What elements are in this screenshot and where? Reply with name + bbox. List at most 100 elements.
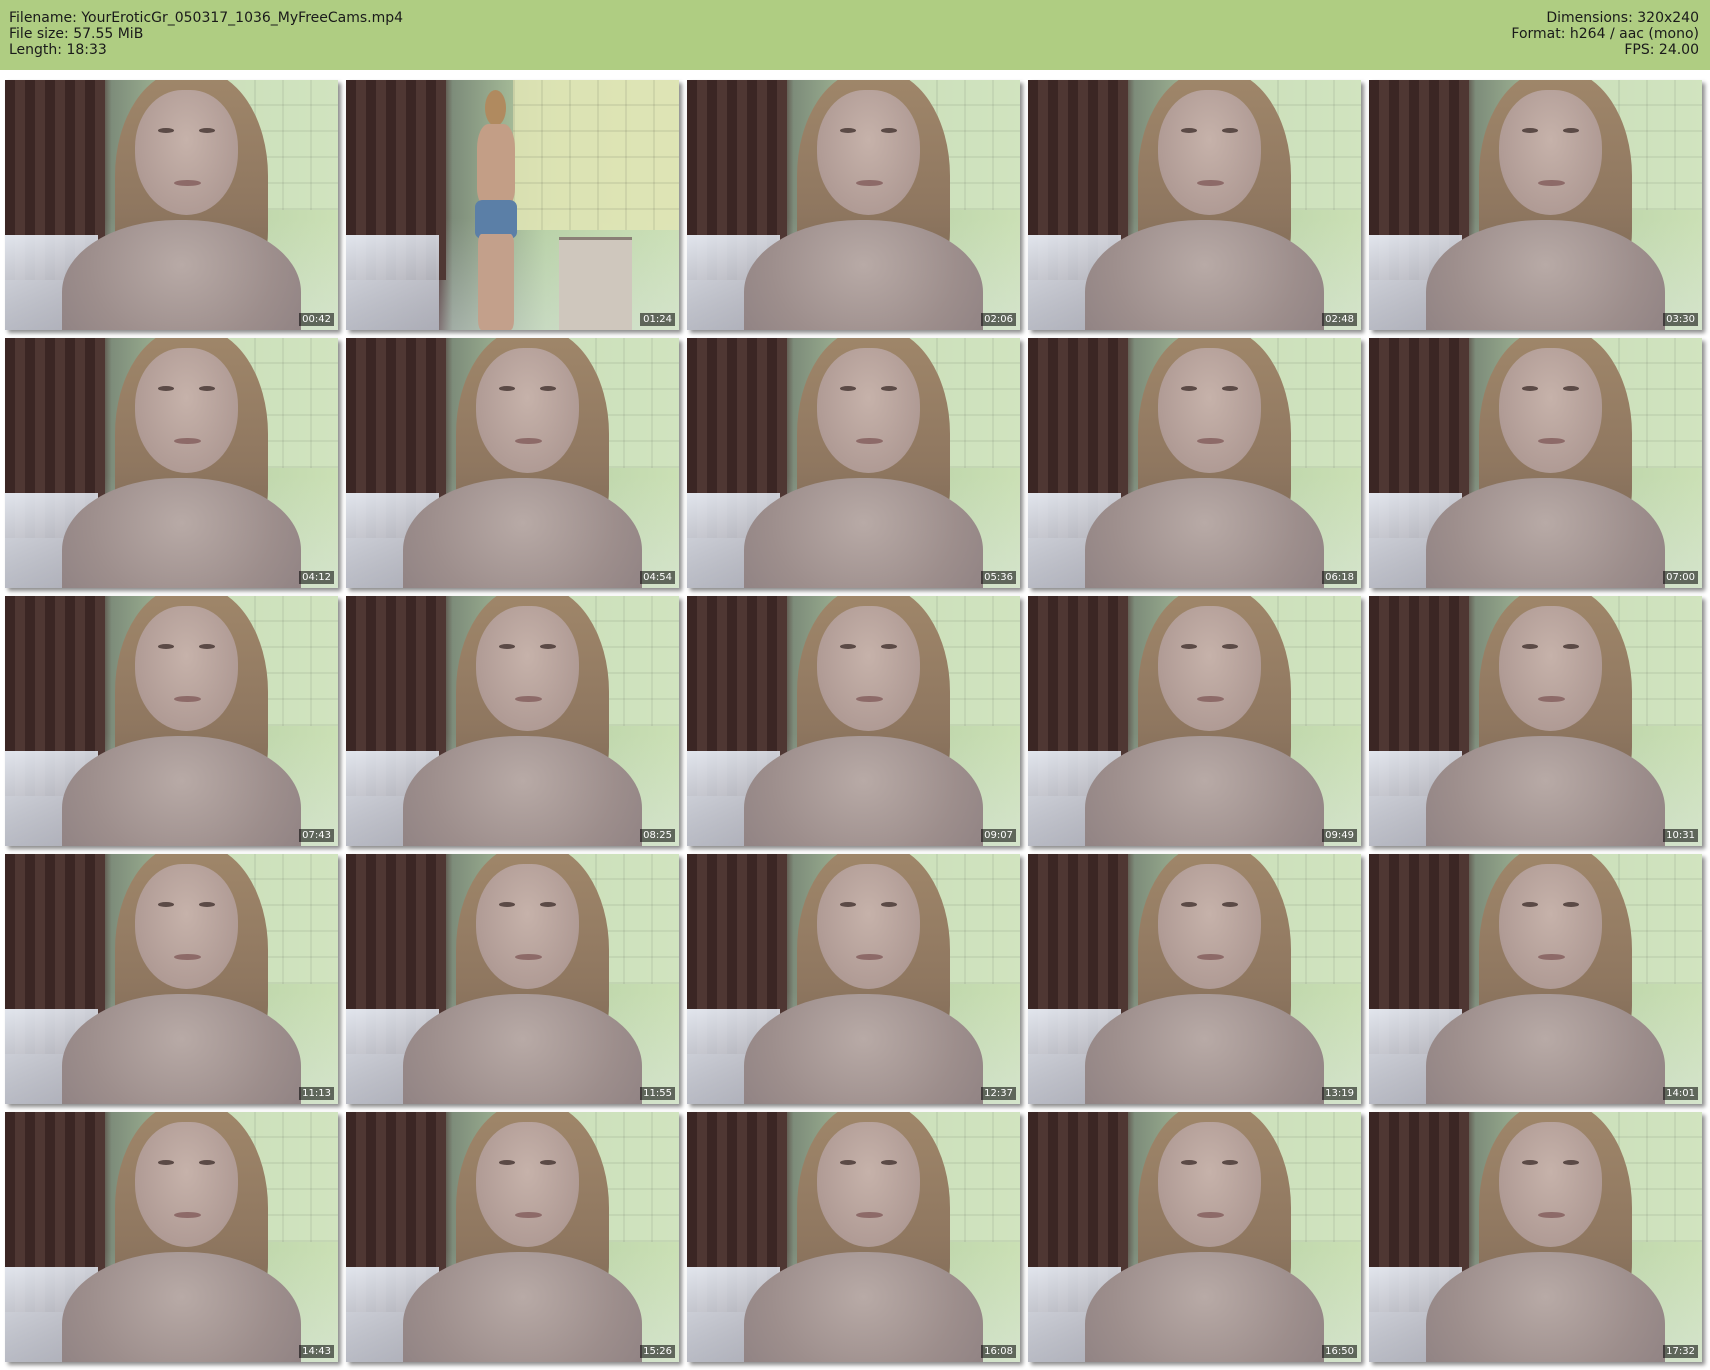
eye-shape — [157, 643, 175, 649]
thumbnail-frame[interactable]: 08:25 — [346, 596, 679, 846]
thumbnail-frame[interactable]: 01:24 — [346, 80, 679, 330]
thumbnail-frame[interactable]: 06:18 — [1028, 338, 1361, 588]
eye-shape — [1180, 127, 1198, 133]
eye-shape — [157, 901, 175, 907]
person-face — [816, 1122, 921, 1247]
thumbnail-grid: 00:42 01:24 02:06 02:48 03:30 04:12 04:54 05:36… — [5, 80, 1702, 1362]
dimensions-label: Dimensions: — [1546, 10, 1633, 26]
eye-shape — [539, 643, 557, 649]
filename-row: Filename: YourEroticGr_050317_1036_MyFre… — [9, 10, 403, 26]
person-face — [1498, 1122, 1603, 1247]
thumbnail-frame[interactable]: 16:08 — [687, 1112, 1020, 1362]
thumbnail-frame[interactable]: 04:54 — [346, 338, 679, 588]
eye-shape — [1221, 127, 1239, 133]
eye-shape — [880, 901, 898, 907]
timestamp-label: 04:54 — [640, 571, 675, 584]
mouth-shape — [174, 696, 201, 703]
mouth-shape — [174, 954, 201, 961]
person-face — [134, 1122, 239, 1247]
thumbnail-frame[interactable]: 02:48 — [1028, 80, 1361, 330]
eye-shape — [539, 385, 557, 391]
mouth-shape — [1538, 438, 1565, 445]
eye-shape — [157, 127, 175, 133]
eye-shape — [1180, 385, 1198, 391]
eye-shape — [498, 901, 516, 907]
mouth-shape — [1538, 1212, 1565, 1219]
thumbnail-frame[interactable]: 09:49 — [1028, 596, 1361, 846]
figure-head — [485, 90, 507, 126]
eye-shape — [1562, 385, 1580, 391]
thumbnail-frame[interactable]: 13:19 — [1028, 854, 1361, 1104]
mouth-shape — [515, 954, 542, 961]
eye-shape — [880, 385, 898, 391]
filename-value: YourEroticGr_050317_1036_MyFreeCams.mp4 — [81, 10, 404, 26]
length-row: Length: 18:33 — [9, 42, 403, 58]
thumbnail-frame[interactable]: 11:13 — [5, 854, 338, 1104]
timestamp-label: 09:49 — [1322, 829, 1357, 842]
thumbnail-frame[interactable]: 10:31 — [1369, 596, 1702, 846]
filesize-row: File size: 57.55 MiB — [9, 26, 403, 42]
figure-torso — [476, 123, 515, 206]
figure-legs — [477, 234, 514, 330]
thumbnail-frame[interactable]: 14:01 — [1369, 854, 1702, 1104]
timestamp-label: 06:18 — [1322, 571, 1357, 584]
timestamp-label: 10:31 — [1663, 829, 1698, 842]
person-face — [816, 348, 921, 473]
thumbnail-frame[interactable]: 00:42 — [5, 80, 338, 330]
eye-shape — [1562, 643, 1580, 649]
timestamp-label: 01:24 — [640, 313, 675, 326]
thumbnail-frame[interactable]: 05:36 — [687, 338, 1020, 588]
timestamp-label: 00:42 — [299, 313, 334, 326]
person-face — [475, 348, 580, 473]
timestamp-label: 17:32 — [1663, 1345, 1698, 1358]
eye-shape — [498, 643, 516, 649]
thumbnail-frame[interactable]: 04:12 — [5, 338, 338, 588]
eye-shape — [1521, 643, 1539, 649]
timestamp-label: 16:50 — [1322, 1345, 1357, 1358]
mouth-shape — [515, 438, 542, 445]
mouth-shape — [174, 438, 201, 445]
mouth-shape — [1197, 180, 1224, 187]
timestamp-label: 08:25 — [640, 829, 675, 842]
person-face — [1157, 1122, 1262, 1247]
mouth-shape — [856, 180, 883, 187]
eye-shape — [1562, 1159, 1580, 1165]
thumbnail-frame[interactable]: 07:43 — [5, 596, 338, 846]
eye-shape — [1521, 385, 1539, 391]
eye-shape — [1180, 643, 1198, 649]
timestamp-label: 14:01 — [1663, 1087, 1698, 1100]
timestamp-label: 13:19 — [1322, 1087, 1357, 1100]
thumbnail-frame[interactable]: 11:55 — [346, 854, 679, 1104]
eye-shape — [1562, 127, 1580, 133]
mouth-shape — [174, 180, 201, 187]
thumbnail-frame[interactable]: 12:37 — [687, 854, 1020, 1104]
mouth-shape — [856, 696, 883, 703]
person-face — [1498, 606, 1603, 731]
thumbnail-frame[interactable]: 07:00 — [1369, 338, 1702, 588]
timestamp-label: 03:30 — [1663, 313, 1698, 326]
length-label: Length: — [9, 42, 63, 58]
person-face — [1498, 90, 1603, 215]
format-label: Format: — [1511, 26, 1566, 42]
thumbnail-frame[interactable]: 14:43 — [5, 1112, 338, 1362]
timestamp-label: 12:37 — [981, 1087, 1016, 1100]
thumbnail-frame[interactable]: 17:32 — [1369, 1112, 1702, 1362]
thumbnail-frame[interactable]: 16:50 — [1028, 1112, 1361, 1362]
mouth-shape — [515, 696, 542, 703]
dimensions-row: Dimensions: 320x240 — [1511, 10, 1699, 26]
eye-shape — [1221, 643, 1239, 649]
thumbnail-frame[interactable]: 09:07 — [687, 596, 1020, 846]
eye-shape — [198, 901, 216, 907]
person-face — [1157, 864, 1262, 989]
dimensions-value: 320x240 — [1637, 10, 1699, 26]
person-face — [816, 606, 921, 731]
mouth-shape — [515, 1212, 542, 1219]
person-face — [134, 864, 239, 989]
eye-shape — [1221, 385, 1239, 391]
thumbnail-frame[interactable]: 02:06 — [687, 80, 1020, 330]
eye-shape — [198, 643, 216, 649]
filesize-label: File size: — [9, 26, 69, 42]
thumbnail-frame[interactable]: 03:30 — [1369, 80, 1702, 330]
stream-info: Dimensions: 320x240 Format: h264 / aac (… — [1511, 10, 1699, 58]
thumbnail-frame[interactable]: 15:26 — [346, 1112, 679, 1362]
